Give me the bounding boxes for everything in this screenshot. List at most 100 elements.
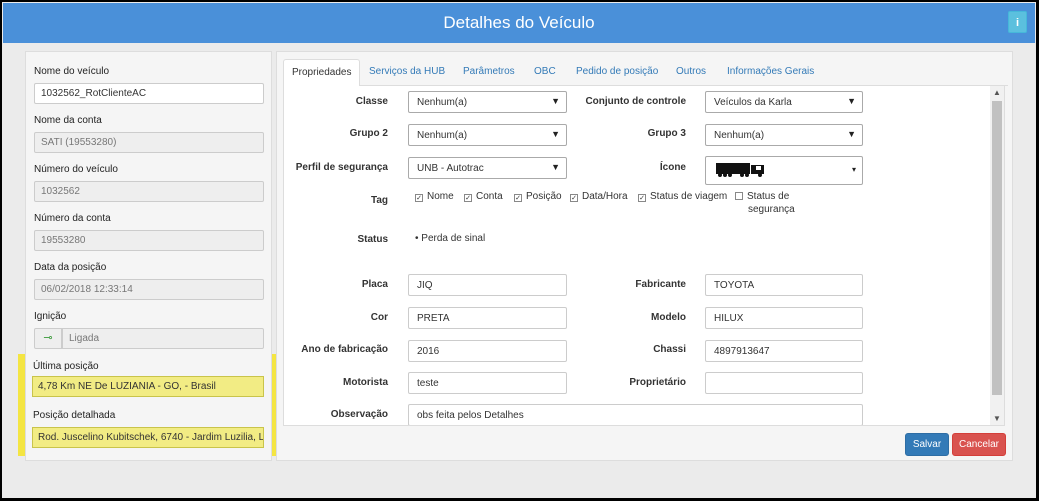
perfil-value: UNB - Autotrac <box>417 163 484 174</box>
tab-parametros[interactable]: Parâmetros <box>455 59 523 86</box>
tab-servicos-hub[interactable]: Serviços da HUB <box>361 59 453 86</box>
tag-datahora-label: Data/Hora <box>582 191 628 202</box>
key-icon: ⊸ <box>34 328 62 349</box>
fabricante-label: Fabricante <box>635 279 686 290</box>
grupo2-value: Nenhum(a) <box>417 130 468 141</box>
observacao-input[interactable]: obs feita pelos Detalhes <box>408 404 863 425</box>
posicao-detalhada-label: Posição detalhada <box>33 410 116 421</box>
nome-conta-label: Nome da conta <box>34 115 102 126</box>
icone-label: Ícone <box>659 162 686 173</box>
placa-label: Placa <box>361 279 388 290</box>
vehicle-summary-panel: Nome do veículo 1032562_RotClienteAC Nom… <box>25 51 272 461</box>
cor-label: Cor <box>370 312 388 323</box>
proprietario-input[interactable] <box>705 372 863 394</box>
conjunto-label: Conjunto de controle <box>585 96 686 107</box>
status-value: Perda de sinal <box>421 233 486 244</box>
classe-value: Nenhum(a) <box>417 97 468 108</box>
status-item: • Perda de sinal <box>415 233 486 244</box>
modelo-input[interactable]: HILUX <box>705 307 863 329</box>
checkbox-icon: ✓ <box>464 194 472 202</box>
checkbox-icon: ✓ <box>570 194 578 202</box>
chassi-input[interactable]: 4897913647 <box>705 340 863 362</box>
checkbox-icon: ✓ <box>415 194 423 202</box>
motorista-label: Motorista <box>343 377 388 388</box>
conjunto-select[interactable]: Veículos da Karla ▼ <box>705 91 863 113</box>
chevron-down-icon: ▼ <box>847 129 856 139</box>
tab-pedido-posicao[interactable]: Pedido de posição <box>568 59 666 86</box>
tab-informacoes-gerais[interactable]: Informações Gerais <box>719 59 822 86</box>
truck-icon <box>716 163 764 177</box>
tag-conta-label: Conta <box>476 191 503 202</box>
classe-label: Classe <box>355 96 388 107</box>
tab-propriedades[interactable]: Propriedades <box>283 59 361 87</box>
perfil-label: Perfil de segurança <box>295 162 388 173</box>
tag-posicao-checkbox[interactable]: ✓ Posição <box>514 191 562 202</box>
nome-conta-input: SATI (19553280) <box>34 132 264 153</box>
numero-conta-input: 19553280 <box>34 230 264 251</box>
chevron-down-icon: ▼ <box>551 162 560 172</box>
cancel-button[interactable]: Cancelar <box>952 433 1006 456</box>
grupo2-select[interactable]: Nenhum(a) ▼ <box>408 124 567 146</box>
checkbox-icon <box>735 192 743 200</box>
tab-obc[interactable]: OBC <box>526 59 564 86</box>
tag-datahora-checkbox[interactable]: ✓ Data/Hora <box>570 191 628 202</box>
fabricante-input[interactable]: TOYOTA <box>705 274 863 296</box>
details-panel: Propriedades Serviços da HUB Parâmetros … <box>276 51 1013 461</box>
caret-down-icon: ▾ <box>851 165 856 174</box>
tag-status-seguranca-checkbox[interactable]: Status de <box>735 191 789 202</box>
scroll-down-icon[interactable]: ▼ <box>990 412 1004 425</box>
tab-bar: Propriedades Serviços da HUB Parâmetros … <box>283 59 1008 87</box>
info-icon[interactable]: i <box>1008 11 1027 33</box>
tag-nome-checkbox[interactable]: ✓ Nome <box>415 191 454 202</box>
grupo3-value: Nenhum(a) <box>714 130 765 141</box>
nome-veiculo-input[interactable]: 1032562_RotClienteAC <box>34 83 264 104</box>
numero-conta-label: Número da conta <box>34 213 111 224</box>
observacao-label: Observação <box>330 409 388 420</box>
proprietario-label: Proprietário <box>629 377 686 388</box>
ignicao-input: Ligada <box>62 328 264 349</box>
modelo-label: Modelo <box>651 312 686 323</box>
modal-header: Detalhes do Veículo i <box>3 3 1035 43</box>
chevron-down-icon: ▼ <box>551 129 560 139</box>
scroll-thumb[interactable] <box>992 101 1002 395</box>
tag-label: Tag <box>370 195 388 206</box>
ano-input[interactable]: 2016 <box>408 340 567 362</box>
tag-status-viagem-label: Status de viagem <box>650 191 728 202</box>
ultima-posicao-label: Última posição <box>33 361 99 372</box>
chassi-label: Chassi <box>653 344 686 355</box>
tag-status-viagem-checkbox[interactable]: ✓ Status de viagem <box>638 191 727 202</box>
checkbox-icon: ✓ <box>638 194 646 202</box>
checkbox-icon: ✓ <box>514 194 522 202</box>
ultima-posicao-input: 4,78 Km NE De LUZIANIA - GO, - Brasil <box>32 376 264 397</box>
posicao-detalhada-input: Rod. Juscelino Kubitschek, 6740 - Jardim… <box>32 427 264 448</box>
numero-veiculo-input: 1032562 <box>34 181 264 202</box>
grupo3-label: Grupo 3 <box>647 128 686 139</box>
conjunto-value: Veículos da Karla <box>714 97 792 108</box>
modal-title: Detalhes do Veículo <box>443 13 595 32</box>
tag-status-seguranca-label2: segurança <box>748 204 795 215</box>
classe-select[interactable]: Nenhum(a) ▼ <box>408 91 567 113</box>
motorista-input[interactable]: teste <box>408 372 567 394</box>
grupo2-label: Grupo 2 <box>349 128 388 139</box>
scroll-up-icon[interactable]: ▲ <box>990 86 1004 100</box>
tag-status-seguranca-label: Status de <box>747 191 790 202</box>
tag-posicao-label: Posição <box>526 191 562 202</box>
ano-label: Ano de fabricação <box>301 344 388 355</box>
cor-input[interactable]: PRETA <box>408 307 567 329</box>
data-posicao-input: 06/02/2018 12:33:14 <box>34 279 264 300</box>
tag-conta-checkbox[interactable]: ✓ Conta <box>464 191 503 202</box>
grupo3-select[interactable]: Nenhum(a) ▼ <box>705 124 863 146</box>
perfil-select[interactable]: UNB - Autotrac ▼ <box>408 157 567 179</box>
tab-outros[interactable]: Outros <box>668 59 714 86</box>
placa-input[interactable]: JIQ <box>408 274 567 296</box>
propriedades-content: Classe Nenhum(a) ▼ Conjunto de controle … <box>283 86 1005 426</box>
numero-veiculo-label: Número do veículo <box>34 164 118 175</box>
save-button[interactable]: Salvar <box>905 433 949 456</box>
tag-nome-label: Nome <box>427 191 454 202</box>
ignicao-label: Ignição <box>34 311 67 322</box>
content-scrollbar[interactable]: ▲ ▼ <box>990 86 1004 425</box>
status-label: Status <box>357 234 388 245</box>
chevron-down-icon: ▼ <box>847 96 856 106</box>
chevron-down-icon: ▼ <box>551 96 560 106</box>
icone-select[interactable]: ▾ <box>705 156 863 185</box>
